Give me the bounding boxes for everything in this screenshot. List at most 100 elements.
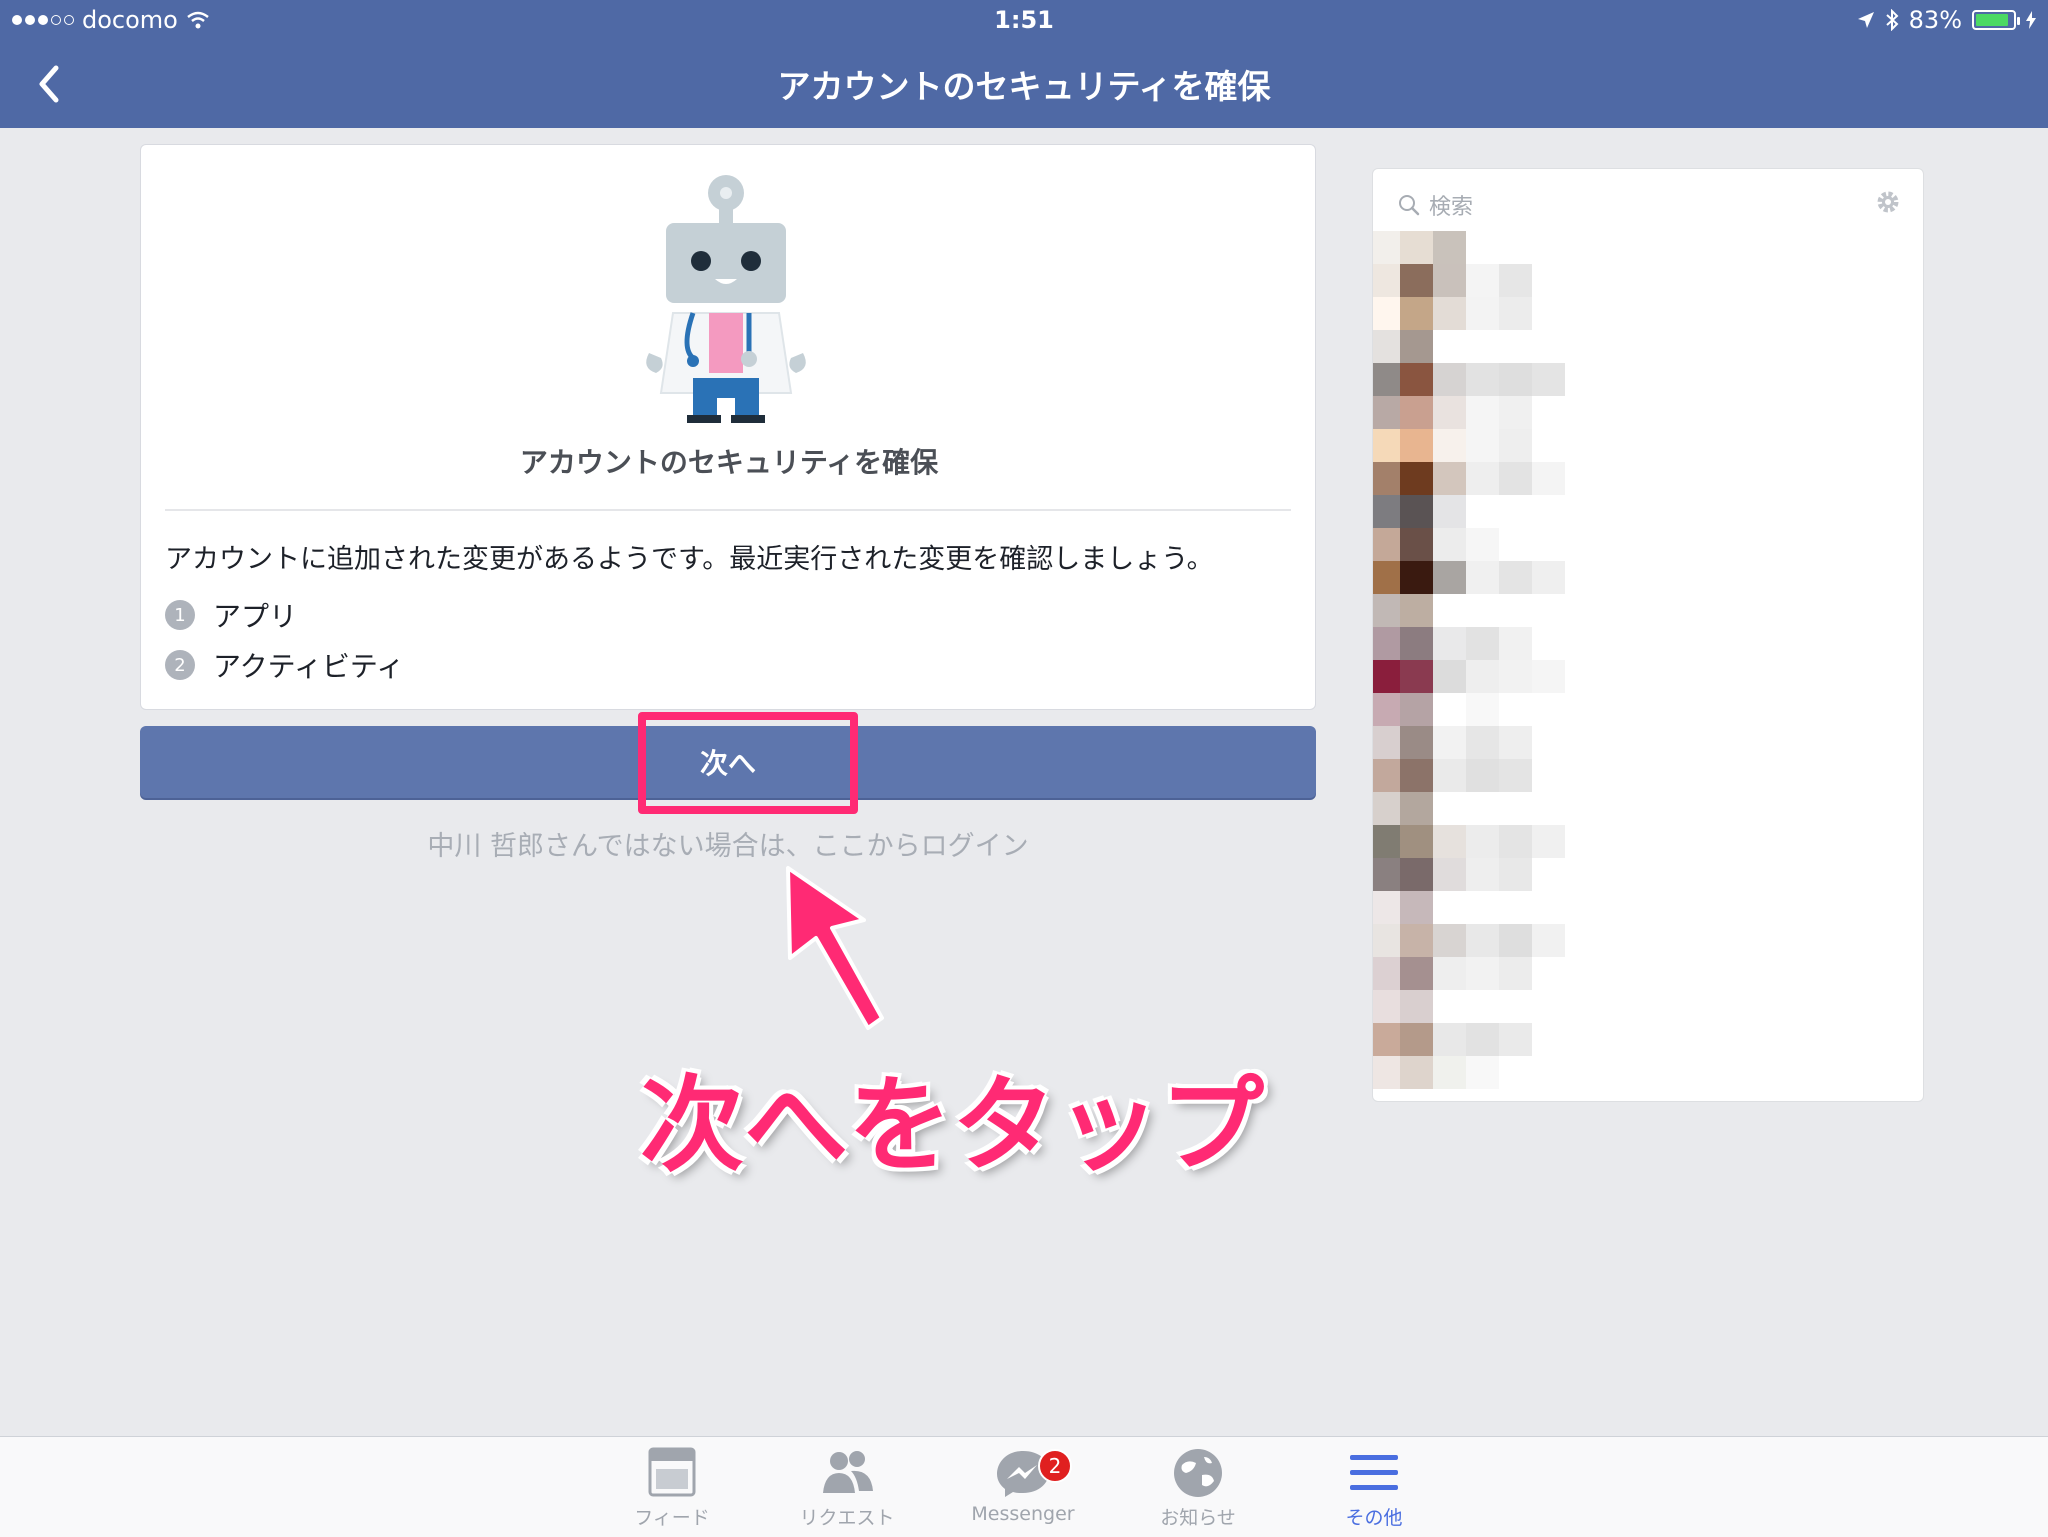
blur-pixel [1499,726,1532,759]
blurred-row [1373,693,1499,726]
gear-icon[interactable] [1873,187,1903,217]
top-bar: docomo 1:51 83% アカウントのセキュリティを確保 [0,0,2048,128]
blur-pixel [1499,1023,1532,1056]
blur-pixel [1466,825,1499,858]
blur-pixel [1466,924,1499,957]
blurred-row [1373,825,1565,858]
blur-pixel [1532,561,1565,594]
blur-pixel [1400,1023,1433,1056]
tab-label: Messenger [971,1503,1075,1525]
blur-pixel [1466,858,1499,891]
blur-pixel [1499,363,1532,396]
blur-pixel [1433,759,1466,792]
blur-pixel [1373,660,1400,693]
blur-pixel [1400,627,1433,660]
blur-pixel [1373,330,1400,363]
blur-pixel [1499,297,1532,330]
blur-pixel [1466,363,1499,396]
blurred-row [1373,330,1466,363]
blurred-row [1373,759,1532,792]
blur-pixel [1373,627,1400,660]
blur-pixel [1499,561,1532,594]
blur-pixel [1373,825,1400,858]
blur-pixel [1433,1023,1466,1056]
friend-requests-icon [823,1451,873,1493]
alternate-login-link[interactable]: 中川 哲郎さんではない場合は、ここからログイン [140,824,1316,863]
blurred-row [1373,990,1466,1023]
blur-pixel [1373,363,1400,396]
list-item-label: アプリ [213,600,298,633]
blur-pixel [1433,693,1466,726]
tab-notifications[interactable]: お知らせ [1133,1445,1263,1535]
blur-pixel [1433,1056,1466,1089]
tab-bar: フィード リクエスト 2 Messenger お知らせ その他 [0,1436,2048,1537]
blur-pixel [1466,528,1499,561]
blur-pixel [1433,594,1466,627]
blur-pixel [1466,462,1499,495]
blur-pixel [1400,297,1433,330]
blur-pixel [1433,429,1466,462]
blur-pixel [1466,1056,1499,1089]
blurred-row [1373,726,1532,759]
blur-pixel [1433,330,1466,363]
blurred-row [1373,264,1532,297]
blur-pixel [1499,429,1532,462]
robot-doctor-illustration [646,175,806,423]
blurred-row [1373,495,1499,528]
blur-pixel [1532,660,1565,693]
blur-pixel [1373,858,1400,891]
search-placeholder: 検索 [1429,195,1474,220]
blur-pixel [1400,231,1433,264]
tab-messenger[interactable]: 2 Messenger [958,1445,1088,1535]
blur-pixel [1400,594,1433,627]
blur-pixel [1433,561,1466,594]
blur-pixel [1499,264,1532,297]
blurred-row [1373,924,1565,957]
tab-label: フィード [634,1507,710,1529]
blur-pixel [1373,396,1400,429]
blur-pixel [1466,1023,1499,1056]
bluetooth-icon [1885,9,1899,31]
blur-pixel [1433,792,1466,825]
blur-pixel [1466,726,1499,759]
blur-pixel [1466,660,1499,693]
blur-pixel [1373,759,1400,792]
tab-feed[interactable]: フィード [607,1445,737,1535]
highlight-box [638,712,858,814]
blur-pixel [1433,990,1466,1023]
blur-pixel [1433,462,1466,495]
blur-pixel [1400,825,1433,858]
blur-pixel [1433,396,1466,429]
tab-requests[interactable]: リクエスト [782,1445,912,1535]
blur-pixel [1373,891,1400,924]
tab-label: リクエスト [799,1507,895,1529]
list-item-label: アクティビティ [213,650,405,683]
blur-pixel [1499,660,1532,693]
blur-pixel [1499,627,1532,660]
blur-pixel [1373,297,1400,330]
blur-pixel [1433,891,1466,924]
tab-more[interactable]: その他 [1309,1445,1439,1535]
blur-pixel [1373,957,1400,990]
blur-pixel [1466,429,1499,462]
blur-pixel [1433,627,1466,660]
blur-pixel [1466,231,1499,264]
blur-pixel [1532,825,1565,858]
blur-pixel [1373,693,1400,726]
blurred-row [1373,462,1565,495]
blur-pixel [1499,462,1532,495]
blur-pixel [1373,792,1400,825]
list-item-activity: 2 アクティビティ [165,645,404,685]
blur-pixel [1499,396,1532,429]
side-search-input[interactable]: 検索 [1397,189,1473,221]
blurred-row [1373,1056,1499,1089]
divider [165,509,1291,511]
menu-icon [1350,1455,1398,1490]
blur-pixel [1400,561,1433,594]
blur-pixel [1499,825,1532,858]
blur-pixel [1466,561,1499,594]
blur-pixel [1373,1023,1400,1056]
blur-pixel [1466,396,1499,429]
blur-pixel [1532,462,1565,495]
pointer-arrow-icon [786,866,884,1030]
